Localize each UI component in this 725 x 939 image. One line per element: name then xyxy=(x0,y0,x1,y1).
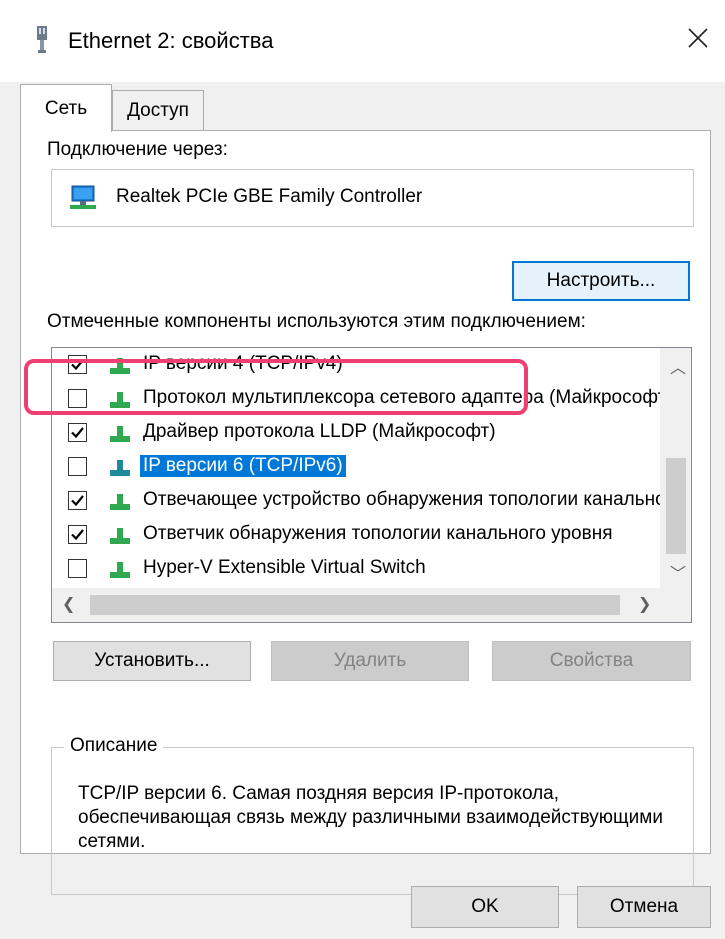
network-card-icon xyxy=(68,184,98,212)
component-label: IP версии 6 (TCP/IPv6) xyxy=(140,455,346,477)
tab-panel-network: Подключение через: Realtek PCIe GBE Fami… xyxy=(20,130,711,895)
list-item[interactable]: IP версии 4 (TCP/IPv4) xyxy=(52,348,652,382)
horizontal-scroll-thumb[interactable] xyxy=(90,595,620,615)
components-label: Отмеченные компоненты используются этим … xyxy=(47,311,586,332)
network-protocol-icon xyxy=(108,356,132,376)
vertical-scrollbar[interactable]: ︿ ﹀ xyxy=(660,348,691,588)
configure-button-label: Настроить... xyxy=(546,270,656,291)
configure-button[interactable]: Настроить... xyxy=(512,261,690,301)
description-legend: Описание xyxy=(64,735,164,757)
vertical-scroll-thumb[interactable] xyxy=(666,458,686,554)
list-item[interactable]: Ответчик обнаружения топологии канальног… xyxy=(52,518,652,552)
component-label: IP версии 4 (TCP/IPv4) xyxy=(143,353,343,374)
checkbox-checked[interactable] xyxy=(68,525,87,544)
network-protocol-icon xyxy=(108,560,132,580)
component-label: Ответчик обнаружения топологии канальног… xyxy=(143,523,613,544)
description-text: TCP/IP версии 6. Самая поздняя версия IP… xyxy=(78,783,663,852)
remove-button[interactable]: Удалить xyxy=(271,641,469,681)
list-item[interactable]: Отвечающее устройство обнаружения тополо… xyxy=(52,484,691,518)
component-label: Протокол мультиплексора сетевого адаптер… xyxy=(143,387,673,408)
tab-network[interactable]: Сеть xyxy=(20,84,112,132)
close-icon xyxy=(687,27,709,54)
adapter-name: Realtek PCIe GBE Family Controller xyxy=(116,186,423,207)
dialog-body: Сеть Доступ Подключение через: Realtek P… xyxy=(0,82,725,939)
component-label: Драйвер протокола LLDP (Майкрософт) xyxy=(143,421,496,442)
checkbox-unchecked[interactable] xyxy=(68,559,87,578)
list-item[interactable]: Протокол мультиплексора сетевого адаптер… xyxy=(52,382,673,416)
install-button[interactable]: Установить... xyxy=(53,641,251,681)
checkbox-checked[interactable] xyxy=(68,423,87,442)
title-bar: Ethernet 2: свойства xyxy=(0,0,725,82)
checkbox-checked[interactable] xyxy=(68,355,87,374)
list-item-selected[interactable]: IP версии 6 (TCP/IPv6) xyxy=(52,450,652,484)
tab-sharing[interactable]: Доступ xyxy=(112,90,204,130)
adapter-box: Realtek PCIe GBE Family Controller xyxy=(51,169,694,227)
network-adapter-icon xyxy=(34,26,50,54)
properties-button-label: Свойства xyxy=(549,650,634,671)
checkbox-unchecked[interactable] xyxy=(68,457,87,476)
install-button-label: Установить... xyxy=(94,650,210,671)
tab-sharing-label: Доступ xyxy=(127,99,189,121)
description-group: Описание TCP/IP версии 6. Самая поздняя … xyxy=(51,735,694,895)
components-list[interactable]: IP версии 4 (TCP/IPv4) Протокол мультипл… xyxy=(51,347,692,623)
cancel-button[interactable]: Отмена xyxy=(577,886,711,928)
list-item[interactable]: Hyper-V Extensible Virtual Switch xyxy=(52,552,652,586)
chevron-down-icon[interactable]: ﹀ xyxy=(670,560,686,584)
remove-button-label: Удалить xyxy=(333,650,407,671)
network-protocol-icon xyxy=(108,526,132,546)
network-protocol-icon xyxy=(108,492,132,512)
ok-button[interactable]: OK xyxy=(411,886,559,928)
chevron-left-icon[interactable]: ❮ xyxy=(62,594,75,614)
connect-via-label: Подключение через: xyxy=(47,139,228,160)
checkbox-checked[interactable] xyxy=(68,491,87,510)
network-protocol-icon xyxy=(108,390,132,410)
cancel-button-label: Отмена xyxy=(609,896,679,917)
ok-button-label: OK xyxy=(471,896,499,917)
network-protocol-icon xyxy=(108,458,132,478)
network-protocol-icon xyxy=(108,424,132,444)
close-button[interactable] xyxy=(676,18,720,62)
component-label: Hyper-V Extensible Virtual Switch xyxy=(143,557,426,578)
checkbox-unchecked[interactable] xyxy=(68,389,87,408)
horizontal-scrollbar[interactable]: ❮ ❯ xyxy=(52,588,691,622)
chevron-right-icon[interactable]: ❯ xyxy=(638,594,651,614)
chevron-up-icon[interactable]: ︿ xyxy=(670,354,686,378)
list-item[interactable]: Драйвер протокола LLDP (Майкрософт) xyxy=(52,416,652,450)
properties-button[interactable]: Свойства xyxy=(492,641,691,681)
window-title: Ethernet 2: свойства xyxy=(68,28,274,53)
component-label: Отвечающее устройство обнаружения тополо… xyxy=(143,489,692,510)
